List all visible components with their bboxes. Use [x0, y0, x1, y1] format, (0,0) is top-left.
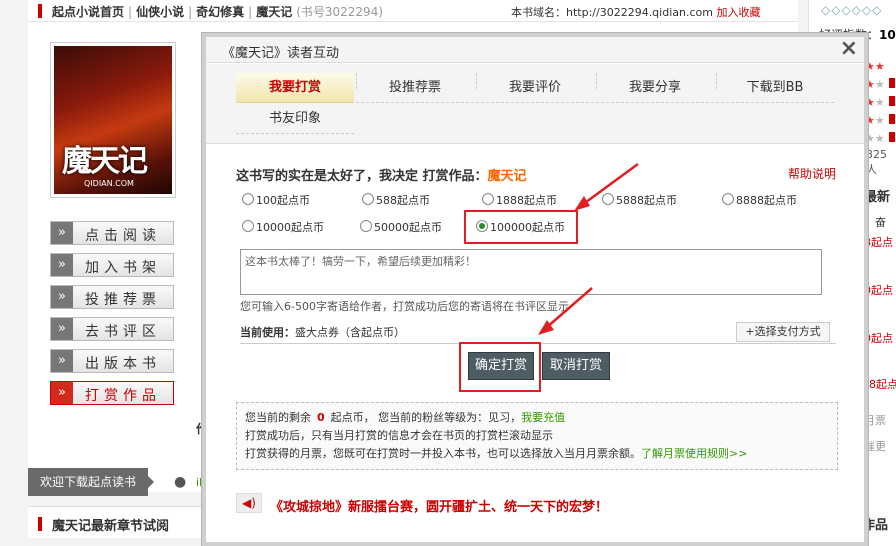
latest-chapters-title: 魔天记最新章节试阅: [52, 519, 170, 534]
tip-option-100[interactable]: 100起点币: [242, 192, 310, 208]
confirm-tip-button[interactable]: 确定打赏: [468, 352, 534, 380]
tip-option-1888[interactable]: 1888起点币: [482, 192, 557, 208]
points-fragment: 0起点: [864, 284, 893, 297]
balance-line: 您当前的剩余 0 起点币， 您当前的粉丝等级为：见习，我要充值: [245, 411, 566, 424]
tip-option-5888[interactable]: 5888起点币: [602, 192, 677, 208]
dialog-title: 《魔天记》读者互动: [222, 46, 340, 61]
interaction-tabs: 我要打赏 投推荐票 我要评价 我要分享 下载到BB 书友印象: [206, 64, 864, 144]
payment-method-label: 当前使用：盛大点券（含起点币）: [240, 326, 405, 339]
double-chevron-icon: »: [51, 286, 73, 308]
tip-work-button[interactable]: » 打赏作品: [50, 381, 174, 405]
read-button[interactable]: » 点击阅读: [50, 221, 174, 245]
choose-payment-button[interactable]: +选择支付方式: [736, 322, 830, 342]
cover-title: 魔天记: [62, 144, 148, 179]
section-marker: [38, 4, 42, 18]
tab-rate[interactable]: 我要评价: [476, 73, 594, 103]
download-bar-arrow: [148, 476, 154, 488]
radio-checked-icon: [476, 220, 488, 232]
speaker-icon: ◀): [236, 493, 262, 513]
top-nav-bar: 起点小说首页 | 仙侠小说 | 奇幻修真 | 魔天记 (书号3022294) 本书域名：htt…: [28, 0, 798, 22]
tip-option-8888[interactable]: 8888起点币: [722, 192, 797, 208]
radio-icon: [360, 220, 372, 232]
rating-count: 325人: [866, 148, 887, 176]
star-row: ★★: [865, 114, 895, 127]
tab-download-bb[interactable]: 下载到BB: [716, 73, 834, 103]
radio-icon: [362, 193, 374, 205]
recharge-link[interactable]: 我要充值: [521, 411, 565, 424]
double-chevron-icon: »: [51, 318, 73, 340]
download-app-bar[interactable]: 欢迎下载起点读书: [28, 468, 148, 496]
publish-book-button[interactable]: » 出版本书: [50, 349, 174, 373]
tab-impressions[interactable]: 书友印象: [236, 104, 354, 134]
add-shelf-button[interactable]: » 加入书架: [50, 253, 174, 277]
double-chevron-icon: »: [51, 254, 73, 276]
tip-option-10000[interactable]: 10000起点币: [242, 219, 324, 235]
double-chevron-icon: »: [51, 382, 73, 404]
radio-icon: [242, 220, 254, 232]
promo-text[interactable]: 《攻城掠地》新服擂台赛，圆开疆扩土、统一天下的宏梦！: [270, 496, 608, 515]
tab-share[interactable]: 我要分享: [596, 73, 714, 103]
radio-icon: [482, 193, 494, 205]
breadcrumb-home[interactable]: 起点小说首页: [52, 5, 124, 19]
account-info-box: 您当前的剩余 0 起点币， 您当前的粉丝等级为：见习，我要充值 打赏成功后，只有当月…: [236, 402, 838, 470]
tip-book-name: 魔天记: [487, 169, 527, 184]
tip-question: 这书写的实在是太好了，我决定 打赏作品：魔天记: [236, 169, 527, 184]
cover-image: 魔天记 QIDIAN.COM: [54, 46, 172, 194]
section-marker: [38, 517, 42, 531]
star-row: ★★: [865, 132, 895, 145]
radio-icon: [242, 193, 254, 205]
diamond-rating-icon: ◇◇◇◇◇◇: [821, 3, 883, 17]
breadcrumb-qihuan[interactable]: 奇幻修真: [196, 5, 244, 19]
breadcrumb-book[interactable]: 魔天记: [256, 5, 292, 19]
latest-chapters-section: 魔天记最新章节试阅: [28, 506, 203, 538]
tip-message-input[interactable]: 这本书太棒了！犒劳一下，希望后续更加精彩！: [240, 249, 822, 295]
recommend-vote-button[interactable]: » 投推荐票: [50, 285, 174, 309]
tab-tip[interactable]: 我要打赏: [236, 73, 354, 103]
cover-tag: QIDIAN.COM: [84, 179, 134, 188]
add-favorite-link[interactable]: 加入收藏: [716, 6, 760, 19]
tip-option-588[interactable]: 588起点币: [362, 192, 430, 208]
dialog-header: 《魔天记》读者互动 ×: [206, 37, 864, 63]
points-fragment: 0起点: [864, 332, 893, 345]
breadcrumb: 起点小说首页 | 仙侠小说 | 奇幻修真 | 魔天记 (书号3022294): [52, 5, 384, 19]
apple-icon[interactable]: ●: [174, 474, 192, 492]
tip-option-50000[interactable]: 50000起点币: [360, 219, 442, 235]
message-hint: 您可输入6-500字寄语给作者，打赏成功后您的寄语将在书评区显示: [240, 300, 569, 313]
monthly-ticket-line: 打赏获得的月票，您既可在打赏时一并投入本书，也可以选择放入当月月票余额。了解月票…: [245, 447, 748, 460]
radio-icon: [602, 193, 614, 205]
reader-interaction-dialog: 《魔天记》读者互动 × 我要打赏 投推荐票 我要评价 我要分享 下载到BB 书友…: [202, 33, 868, 546]
balance-value: 0: [317, 411, 325, 424]
payment-row: 当前使用：盛大点券（含起点币） +选择支付方式: [240, 322, 836, 344]
radio-icon: [722, 193, 734, 205]
tip-option-100000[interactable]: 100000起点币: [476, 219, 565, 235]
close-icon[interactable]: ×: [840, 37, 858, 61]
book-domain: 本书域名：http://3022294.qidian.com 加入收藏: [511, 6, 761, 19]
ticket-rules-link[interactable]: 了解月票使用规则>>: [641, 447, 747, 460]
star-row: ★★: [865, 96, 895, 109]
promo-banner[interactable]: ◀) 《攻城掠地》新服擂台赛，圆开疆扩土、统一天下的宏梦！: [236, 489, 836, 519]
tip-rule-line: 打赏成功后，只有当月打赏的信息才会在书页的打赏栏滚动显示: [245, 429, 553, 442]
double-chevron-icon: »: [51, 350, 73, 372]
double-chevron-icon: »: [51, 222, 73, 244]
cancel-tip-button[interactable]: 取消打赏: [542, 352, 610, 380]
breadcrumb-xianxia[interactable]: 仙侠小说: [136, 5, 184, 19]
points-fragment: 8起点: [864, 236, 893, 249]
book-number: (书号3022294): [296, 5, 384, 19]
help-link[interactable]: 帮助说明: [788, 165, 836, 182]
book-cover[interactable]: 魔天记 QIDIAN.COM: [50, 42, 176, 198]
star-row: ★★: [865, 78, 895, 91]
tab-recommend[interactable]: 投推荐票: [356, 73, 474, 103]
review-area-button[interactable]: » 去书评区: [50, 317, 174, 341]
